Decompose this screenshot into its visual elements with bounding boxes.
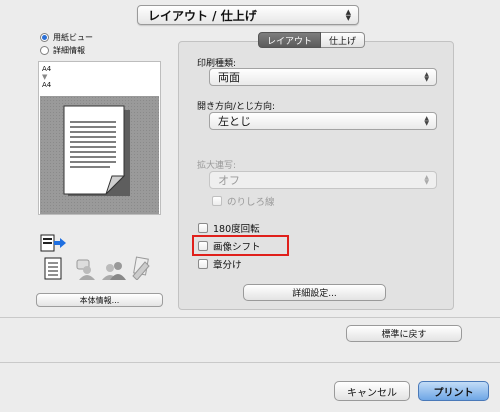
paper-size-info: A4 ▼ A4 bbox=[42, 65, 51, 89]
radio-paper-view[interactable]: 用紙ビュー bbox=[40, 32, 93, 43]
divider bbox=[0, 317, 500, 318]
margin-line-checkbox[interactable] bbox=[212, 196, 222, 206]
scale-label: 拡大連写: bbox=[197, 161, 237, 171]
updown-arrows-icon: ▲ ▼ bbox=[424, 174, 429, 186]
margin-line-label: のりしろ線 bbox=[227, 197, 275, 208]
chapter-label: 章分け bbox=[213, 260, 242, 271]
print-button[interactable]: プリント bbox=[418, 381, 489, 401]
rotate-checkbox[interactable] bbox=[198, 223, 208, 233]
secure-print-icon bbox=[129, 256, 157, 283]
document-icon bbox=[44, 257, 62, 284]
paper-to: A4 bbox=[42, 81, 52, 89]
updown-arrows-icon: ▲ ▼ bbox=[424, 71, 429, 83]
radio-button[interactable] bbox=[40, 46, 49, 55]
reset-defaults-button[interactable]: 標準に戻す bbox=[346, 325, 462, 342]
margin-line-option[interactable]: のりしろ線 bbox=[212, 194, 275, 208]
radio-label: 詳細情報 bbox=[53, 46, 85, 55]
binding-value: 左とじ bbox=[218, 115, 251, 128]
paper-from: A4 bbox=[42, 65, 52, 73]
scale-select[interactable]: オフ ▲ ▼ bbox=[209, 171, 437, 189]
duplex-page-icon bbox=[63, 105, 130, 196]
view-options: 用紙ビュー 詳細情報 bbox=[40, 32, 93, 56]
user-icon bbox=[76, 258, 98, 283]
scale-value: オフ bbox=[218, 174, 240, 187]
preset-popup-label: レイアウト / 仕上げ bbox=[148, 8, 257, 23]
arrow-down-icon: ▼ bbox=[42, 73, 48, 81]
binding-select[interactable]: 左とじ ▲ ▼ bbox=[209, 112, 437, 130]
tab-bar: レイアウト 仕上げ bbox=[258, 32, 366, 48]
users-icon bbox=[102, 258, 126, 283]
device-info-button[interactable]: 本体情報... bbox=[36, 293, 163, 307]
tab-finishing[interactable]: 仕上げ bbox=[321, 32, 366, 48]
tab-layout[interactable]: レイアウト bbox=[258, 32, 322, 48]
preset-popup[interactable]: レイアウト / 仕上げ ▲ ▼ bbox=[137, 5, 359, 25]
rotate-option[interactable]: 180度回転 bbox=[198, 221, 260, 235]
detail-settings-button[interactable]: 詳細設定... bbox=[243, 284, 386, 301]
print-type-value: 両面 bbox=[218, 71, 240, 84]
preview-canvas bbox=[40, 96, 159, 214]
image-shift-checkbox[interactable] bbox=[198, 241, 208, 251]
image-shift-label: 画像シフト bbox=[213, 242, 261, 253]
chapter-checkbox[interactable] bbox=[198, 259, 208, 269]
binding-label: 開き方向/とじ方向: bbox=[197, 102, 276, 112]
updown-arrows-icon: ▲ ▼ bbox=[345, 8, 351, 22]
paper-preview: A4 ▼ A4 bbox=[38, 61, 161, 215]
cancel-button[interactable]: キャンセル bbox=[334, 381, 410, 401]
radio-detail-info[interactable]: 詳細情報 bbox=[40, 45, 93, 56]
updown-arrows-icon: ▲ ▼ bbox=[424, 115, 429, 127]
image-shift-option[interactable]: 画像シフト bbox=[198, 239, 261, 253]
chapter-option[interactable]: 章分け bbox=[198, 257, 242, 271]
radio-button[interactable] bbox=[40, 33, 49, 42]
radio-label: 用紙ビュー bbox=[53, 33, 93, 42]
divider bbox=[0, 362, 500, 363]
print-type-select[interactable]: 両面 ▲ ▼ bbox=[209, 68, 437, 86]
rotate-label: 180度回転 bbox=[213, 224, 260, 235]
printer-status-icon bbox=[40, 233, 68, 258]
